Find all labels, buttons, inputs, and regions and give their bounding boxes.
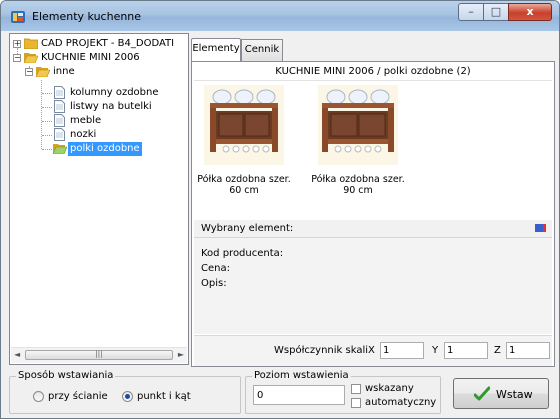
producer-code-label: Kod producenta:	[201, 248, 284, 259]
tree-horizontal-scrollbar[interactable]: ◄ ||| ►	[11, 347, 187, 363]
element-details: Kod producenta: Cena: Opis:	[194, 238, 552, 334]
scale-z-label: Z	[494, 345, 501, 356]
window-title: Elementy kuchenne	[32, 10, 142, 23]
product-name-line1: Półka ozdobna szer.	[197, 174, 291, 185]
scale-z-input[interactable]	[506, 342, 550, 359]
product-name-line1: Półka ozdobna szer.	[311, 174, 405, 185]
tree-node-label: inne	[53, 66, 75, 77]
tree-node-label: meble	[70, 115, 102, 126]
open-folder-icon	[53, 144, 67, 154]
tree-node-listwy-na-butelki[interactable]: listwy na butelki	[10, 100, 188, 114]
tree-node-kolumny-ozdobne[interactable]: kolumny ozdobne	[10, 86, 188, 100]
scale-y-label: Y	[432, 345, 439, 356]
insertion-level-input[interactable]	[253, 385, 345, 405]
minimize-button[interactable]: –	[458, 3, 484, 21]
product-name-line2: 90 cm	[343, 185, 373, 196]
tree-node-kuchnie-mini-2006[interactable]: − KUCHNIE MINI 2006	[10, 51, 188, 65]
tab-cennik[interactable]: Cennik	[241, 39, 283, 61]
product-name-line2: 60 cm	[229, 185, 259, 196]
open-folder-icon	[24, 53, 38, 63]
checkbox-label: wskazany	[365, 383, 414, 394]
maximize-button[interactable]: □	[483, 3, 509, 21]
radio-button[interactable]	[122, 391, 133, 402]
checkbox[interactable]	[351, 398, 361, 408]
tree-node-cad-projekt[interactable]: + CAD PROJEKT - B4_DODATI	[10, 37, 188, 51]
folder-icon	[24, 38, 38, 49]
scale-x-input[interactable]	[380, 342, 424, 359]
insertion-method-group: Sposób wstawiania przy ścianie punkt i k…	[9, 370, 241, 414]
tree-node-label: KUCHNIE MINI 2006	[41, 52, 140, 63]
scale-y-input[interactable]	[444, 342, 488, 359]
document-icon	[54, 114, 65, 127]
tree-node-label: polki ozdobne	[68, 142, 142, 156]
close-button[interactable]: x	[508, 3, 552, 21]
checkmark-icon	[474, 386, 490, 401]
document-icon	[54, 100, 65, 113]
tree-node-polki-ozdobne[interactable]: polki ozdobne	[10, 142, 188, 156]
open-folder-icon	[36, 67, 50, 77]
collapse-icon[interactable]: −	[13, 54, 21, 62]
category-tree[interactable]: + CAD PROJEKT - B4_DODATI − KUCHNIE MINI…	[9, 33, 189, 365]
selected-element-header: Wybrany element:	[194, 220, 552, 238]
radio-button[interactable]	[33, 391, 44, 402]
tab-elementy[interactable]: Elementy	[191, 38, 241, 62]
catalog-title: KUCHNIE MINI 2006 / polki ozdobne (2)	[275, 66, 471, 77]
insertion-method-legend: Sposób wstawiania	[16, 370, 116, 381]
dialog-window: Elementy kuchenne – □ x + CAD PROJEKT - …	[0, 0, 560, 419]
shelf-thumbnail	[318, 85, 398, 165]
document-icon	[54, 128, 65, 141]
tree-node-label: CAD PROJEKT - B4_DODATI	[41, 38, 175, 49]
tree-node-label: listwy na butelki	[70, 101, 152, 112]
collapse-icon[interactable]: −	[25, 68, 33, 76]
product-item-60[interactable]: Półka ozdobna szer. 60 cm	[196, 81, 292, 196]
product-item-90[interactable]: Półka ozdobna szer. 90 cm	[310, 81, 406, 196]
tree-node-label: nozki	[70, 129, 97, 140]
radio-label: punkt i kąt	[137, 391, 191, 402]
tree-node-meble[interactable]: meble	[10, 114, 188, 128]
scale-factor-bar: Współczynnik skali X Y Z	[194, 335, 552, 366]
scale-x-label: X	[368, 345, 375, 356]
insert-button-label: Wstaw	[496, 388, 533, 401]
checkbox-label: automatyczny	[365, 397, 437, 408]
app-icon	[11, 11, 25, 23]
price-label: Cena:	[201, 263, 230, 274]
scale-factor-label: Współczynnik skali	[274, 345, 369, 356]
collapse-panel-icon[interactable]	[535, 224, 546, 232]
elements-panel: KUCHNIE MINI 2006 / polki ozdobne (2) Pó…	[191, 61, 555, 367]
tree-node-nozki[interactable]: nozki	[10, 128, 188, 142]
shelf-thumbnail	[204, 85, 284, 165]
radio-label: przy ścianie	[48, 391, 108, 402]
insertion-level-legend: Poziom wstawienia	[252, 370, 351, 381]
scrollbar-thumb[interactable]: |||	[25, 350, 173, 360]
scroll-right-arrow-icon[interactable]: ►	[178, 350, 184, 359]
document-icon	[54, 86, 65, 99]
title-bar[interactable]: Elementy kuchenne – □ x	[1, 1, 559, 31]
bottom-controls: Sposób wstawiania przy ścianie punkt i k…	[1, 369, 559, 418]
expand-icon[interactable]: +	[13, 40, 21, 48]
tree-node-label: kolumny ozdobne	[70, 87, 159, 98]
scroll-left-arrow-icon[interactable]: ◄	[14, 350, 20, 359]
insert-button[interactable]: Wstaw	[453, 378, 549, 409]
selected-element-title: Wybrany element:	[201, 223, 294, 234]
checkbox[interactable]	[351, 384, 361, 394]
tree-node-inne[interactable]: − inne	[10, 65, 188, 79]
description-label: Opis:	[201, 278, 227, 289]
